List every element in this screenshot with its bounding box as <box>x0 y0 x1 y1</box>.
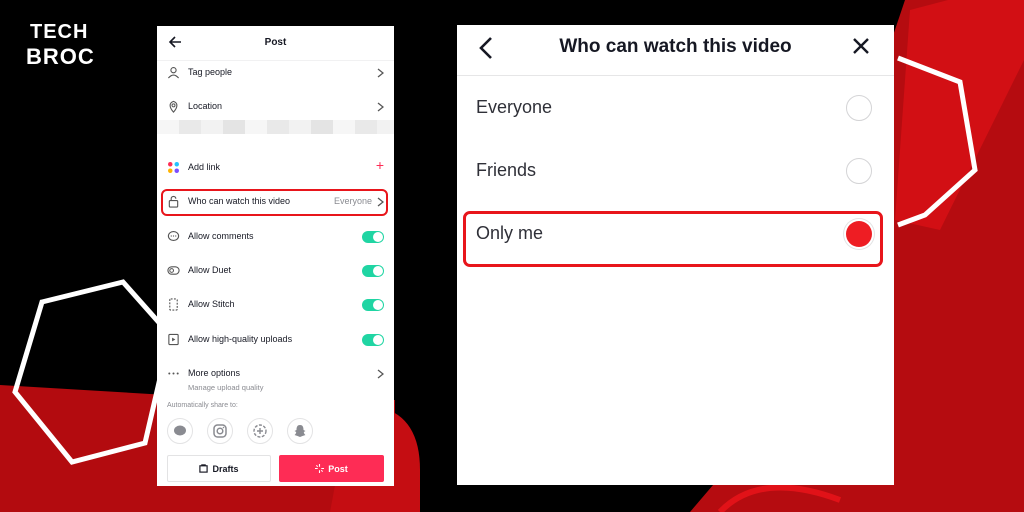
svg-text:TECH: TECH <box>30 21 88 43</box>
allow-stitch-row: Allow Stitch <box>157 290 394 320</box>
more-dots-icon <box>168 372 179 375</box>
radio-friends[interactable] <box>846 158 872 184</box>
chevron-right-icon <box>377 68 384 78</box>
plus-icon: + <box>375 157 384 173</box>
stitch-icon <box>169 298 178 311</box>
post-label: Post <box>328 463 348 474</box>
privacy-header: Who can watch this video <box>457 25 894 76</box>
row-label: Allow Duet <box>188 265 232 275</box>
tutorial-canvas: TECH BROC Post Tag people Location Add l… <box>0 0 1024 512</box>
option-label: Friends <box>476 160 537 180</box>
row-label: Add link <box>188 162 221 172</box>
add-link-row[interactable]: Add link + <box>157 153 394 183</box>
share-label: Automatically share to: <box>167 402 238 409</box>
chevron-right-icon <box>377 102 384 112</box>
privacy-screen: Who can watch this video Everyone Friend… <box>457 25 894 485</box>
row-label: Allow comments <box>188 231 254 241</box>
radio-everyone[interactable] <box>846 95 872 121</box>
blurred-location-suggestions <box>157 120 394 134</box>
more-options-sublabel: Manage upload quality <box>188 383 264 392</box>
svg-text:BROC: BROC <box>26 44 95 69</box>
duet-icon <box>167 266 180 275</box>
option-friends[interactable]: Friends <box>457 140 894 202</box>
instagram-icon <box>213 424 227 438</box>
sparkle-icon <box>315 464 325 473</box>
option-everyone[interactable]: Everyone <box>457 77 894 139</box>
allow-comments-row: Allow comments <box>157 222 394 252</box>
allow-duet-toggle[interactable] <box>362 265 384 277</box>
comment-icon <box>167 231 180 242</box>
row-label: Allow Stitch <box>188 299 235 309</box>
post-screen: Post Tag people Location Add link + Who … <box>157 26 394 486</box>
snapchat-icon <box>294 425 306 437</box>
person-icon <box>167 67 180 79</box>
add-story-icon <box>253 424 267 438</box>
allow-hq-uploads-row: Allow high-quality uploads <box>157 325 394 355</box>
row-label: Tag people <box>188 67 233 77</box>
close-icon[interactable] <box>852 37 870 55</box>
drafts-icon <box>199 464 209 473</box>
allow-comments-toggle[interactable] <box>362 231 384 243</box>
allow-hq-uploads-toggle[interactable] <box>362 334 384 346</box>
privacy-title: Who can watch this video <box>559 36 792 57</box>
row-label: Location <box>188 101 223 111</box>
chevron-right-icon <box>377 369 384 379</box>
allow-duet-row: Allow Duet <box>157 256 394 286</box>
drafts-label: Drafts <box>212 463 239 474</box>
post-header: Post <box>157 26 394 61</box>
share-instagram-button[interactable] <box>207 418 233 444</box>
share-story-button[interactable] <box>247 418 273 444</box>
share-snapchat-button[interactable] <box>287 418 313 444</box>
message-icon <box>174 425 186 436</box>
techbroc-logo: TECH BROC <box>26 21 95 69</box>
highlight-box <box>161 189 388 216</box>
apps-grid-icon <box>168 162 179 173</box>
row-label: Allow high-quality uploads <box>188 334 293 344</box>
post-button[interactable]: Post <box>279 455 384 482</box>
row-label: More options <box>188 368 241 378</box>
location-pin-icon <box>169 100 178 113</box>
option-label: Everyone <box>476 97 553 117</box>
hd-upload-icon <box>168 333 179 346</box>
location-row[interactable]: Location <box>157 92 394 122</box>
drafts-button[interactable]: Drafts <box>167 455 271 482</box>
highlight-box <box>463 211 883 267</box>
share-message-button[interactable] <box>167 418 193 444</box>
allow-stitch-toggle[interactable] <box>362 299 384 311</box>
post-title: Post <box>264 37 287 48</box>
tag-people-row[interactable]: Tag people <box>157 58 394 88</box>
